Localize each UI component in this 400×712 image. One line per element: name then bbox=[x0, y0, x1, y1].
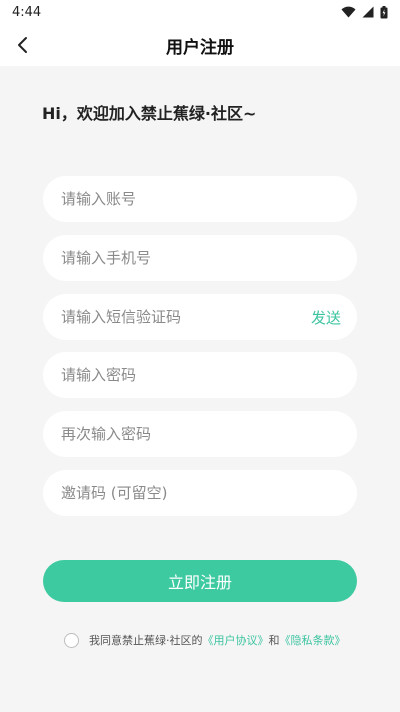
account-field bbox=[43, 176, 357, 222]
status-icons bbox=[341, 5, 388, 19]
agreement-row: 我同意禁止蕉绿·社区的 《用户协议》 和 《隐私条款》 bbox=[64, 631, 384, 649]
bottom-area bbox=[0, 704, 400, 712]
user-agreement-link[interactable]: 《用户协议》 bbox=[203, 632, 269, 648]
battery-icon bbox=[380, 5, 388, 18]
confirm-password-input[interactable] bbox=[61, 425, 341, 443]
invite-code-input[interactable] bbox=[61, 484, 341, 502]
password-field bbox=[43, 352, 357, 398]
send-code-button[interactable]: 发送 bbox=[303, 307, 341, 328]
sms-code-field: 发送 bbox=[43, 294, 357, 340]
welcome-greeting: Hi，欢迎加入禁止蕉绿·社区~ bbox=[42, 104, 257, 123]
confirm-password-field bbox=[43, 411, 357, 457]
invite-code-field bbox=[43, 470, 357, 516]
back-button[interactable] bbox=[10, 32, 36, 58]
back-arrow-icon bbox=[18, 37, 27, 53]
status-bar: 4:44 bbox=[0, 0, 400, 24]
phone-input[interactable] bbox=[61, 249, 341, 267]
app-header: 用户注册 bbox=[0, 24, 400, 66]
wifi-icon bbox=[341, 6, 356, 18]
account-input[interactable] bbox=[61, 190, 341, 208]
privacy-policy-link[interactable]: 《隐私条款》 bbox=[280, 632, 346, 648]
agreement-prefix: 我同意禁止蕉绿·社区的 bbox=[89, 634, 203, 647]
register-button[interactable]: 立即注册 bbox=[43, 560, 357, 602]
password-input[interactable] bbox=[61, 366, 341, 384]
page-title: 用户注册 bbox=[166, 37, 234, 58]
agreement-and: 和 bbox=[268, 634, 280, 647]
agree-checkbox[interactable] bbox=[64, 632, 79, 648]
sms-code-input[interactable] bbox=[61, 308, 303, 326]
signal-icon bbox=[362, 6, 374, 18]
phone-field bbox=[43, 235, 357, 281]
status-time: 4:44 bbox=[12, 4, 42, 20]
